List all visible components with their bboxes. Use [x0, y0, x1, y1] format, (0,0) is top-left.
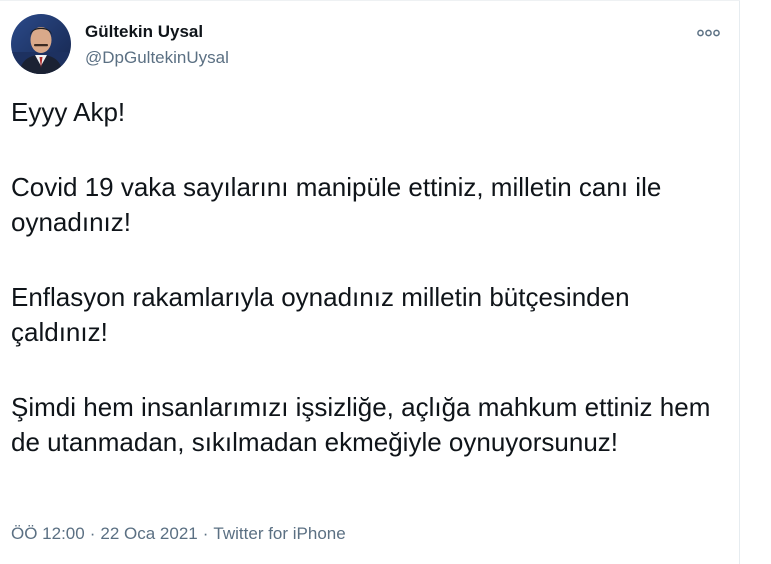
top-divider: [0, 0, 740, 1]
tweet-source-link[interactable]: Twitter for iPhone: [213, 524, 345, 543]
author-avatar[interactable]: [11, 14, 71, 74]
tweet-time-link[interactable]: ÖÖ 12:00 · 22 Oca 2021: [11, 524, 198, 543]
tweet-card: Gültekin Uysal @DpGultekinUysal Eyyy Akp…: [0, 0, 740, 564]
tweet-text: Eyyy Akp! Covid 19 vaka sayılarını manip…: [11, 95, 731, 500]
tweet-paragraph: Şimdi hem insanlarımızı işsizliğe, açlığ…: [11, 392, 711, 457]
meta-separator: ·: [89, 524, 96, 543]
meta-separator: ·: [202, 524, 209, 543]
tweet-time: ÖÖ 12:00: [11, 524, 85, 543]
tweet-paragraph: Enflasyon rakamlarıyla oynadınız milleti…: [11, 282, 630, 347]
profile-photo-avatar-icon: [11, 14, 71, 74]
author-display-name[interactable]: Gültekin Uysal: [85, 21, 203, 43]
tweet-paragraph: Eyyy Akp!: [11, 97, 126, 127]
author-handle[interactable]: @DpGultekinUysal: [85, 47, 229, 69]
more-options-icon: [697, 29, 720, 37]
more-options-button[interactable]: [692, 22, 726, 44]
tweet-date: 22 Oca 2021: [100, 524, 198, 543]
tweet-meta: ÖÖ 12:00 · 22 Oca 2021 · Twitter for iPhone: [11, 523, 346, 545]
tweet-paragraph: Covid 19 vaka sayılarını manipüle ettini…: [11, 172, 662, 237]
